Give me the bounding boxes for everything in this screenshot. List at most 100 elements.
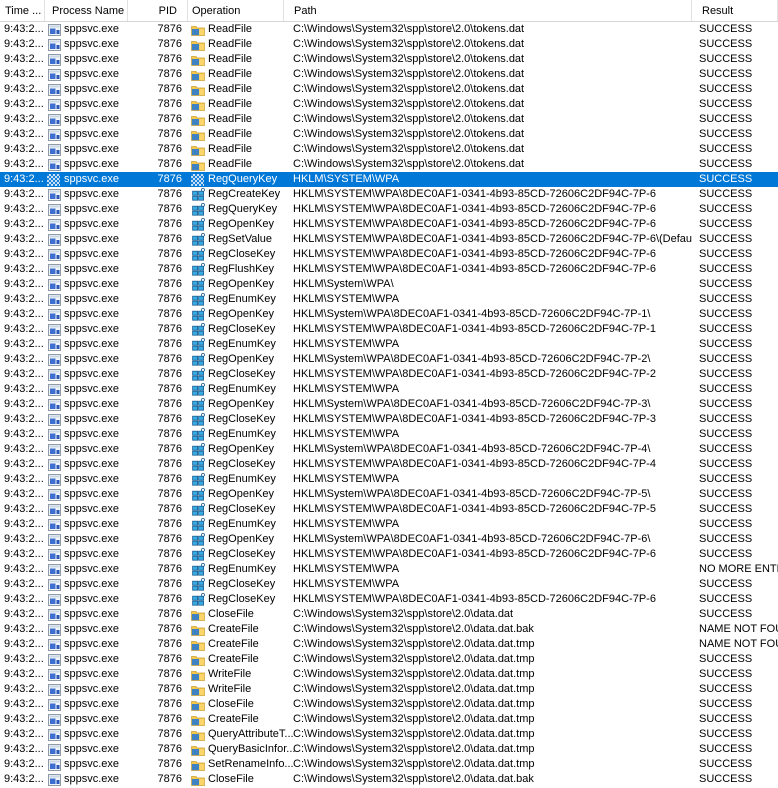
table-row[interactable]: 9:43:2...sppsvc.exe7876CreateFileC:\Wind… [0, 712, 778, 727]
cell-time: 9:43:2... [0, 277, 45, 292]
event-time: 9:43:2... [4, 22, 44, 37]
table-row[interactable]: 9:43:2...sppsvc.exe7876RegOpenKeyHKLM\Sy… [0, 397, 778, 412]
column-header-process-name[interactable]: Process Name [45, 0, 128, 21]
cell-path: C:\Windows\System32\spp\store\2.0\tokens… [284, 97, 692, 112]
table-row[interactable]: 9:43:2...sppsvc.exe7876ReadFileC:\Window… [0, 112, 778, 127]
operation-name: CloseFile [208, 772, 254, 787]
table-row[interactable]: 9:43:2...sppsvc.exe7876RegCloseKeyHKLM\S… [0, 322, 778, 337]
cell-pid: 7876 [128, 697, 188, 712]
table-row[interactable]: 9:43:2...sppsvc.exe7876RegEnumKeyHKLM\SY… [0, 292, 778, 307]
table-row[interactable]: 9:43:2...sppsvc.exe7876RegEnumKeyHKLM\SY… [0, 472, 778, 487]
cell-pid: 7876 [128, 442, 188, 457]
table-row[interactable]: 9:43:2...sppsvc.exe7876ReadFileC:\Window… [0, 22, 778, 37]
cell-result: NAME NOT FOUND [692, 622, 778, 637]
table-row[interactable]: 9:43:2...sppsvc.exe7876RegEnumKeyHKLM\SY… [0, 427, 778, 442]
table-row[interactable]: 9:43:2...sppsvc.exe7876RegEnumKeyHKLM\SY… [0, 382, 778, 397]
column-header-operation[interactable]: Operation [188, 0, 284, 21]
cell-pid: 7876 [128, 67, 188, 82]
application-window-icon [47, 593, 61, 606]
application-window-icon [47, 608, 61, 621]
cell-operation: RegOpenKey [188, 532, 284, 547]
cell-pid: 7876 [128, 532, 188, 547]
column-header-result[interactable]: Result [692, 0, 778, 21]
table-row[interactable]: 9:43:2...sppsvc.exe7876RegOpenKeyHKLM\Sy… [0, 532, 778, 547]
table-row[interactable]: 9:43:2...sppsvc.exe7876RegCloseKeyHKLM\S… [0, 577, 778, 592]
event-time: 9:43:2... [4, 322, 44, 337]
process-pid: 7876 [158, 202, 182, 217]
operation-name: RegCloseKey [208, 592, 275, 607]
table-row[interactable]: 9:43:2...sppsvc.exe7876RegEnumKeyHKLM\SY… [0, 337, 778, 352]
table-row[interactable]: 9:43:2...sppsvc.exe7876ReadFileC:\Window… [0, 67, 778, 82]
process-pid: 7876 [158, 97, 182, 112]
table-row[interactable]: 9:43:2...sppsvc.exe7876RegQueryKeyHKLM\S… [0, 202, 778, 217]
table-row[interactable]: 9:43:2...sppsvc.exe7876CloseFileC:\Windo… [0, 607, 778, 622]
table-row[interactable]: 9:43:2...sppsvc.exe7876ReadFileC:\Window… [0, 82, 778, 97]
registry-key-icon [191, 593, 205, 606]
table-row[interactable]: 9:43:2...sppsvc.exe7876ReadFileC:\Window… [0, 127, 778, 142]
table-row[interactable]: 9:43:2...sppsvc.exe7876RegOpenKeyHKLM\Sy… [0, 442, 778, 457]
table-row[interactable]: 9:43:2...sppsvc.exe7876RegOpenKeyHKLM\SY… [0, 217, 778, 232]
table-row[interactable]: 9:43:2...sppsvc.exe7876CloseFileC:\Windo… [0, 697, 778, 712]
operation-name: RegCloseKey [208, 577, 275, 592]
event-time: 9:43:2... [4, 757, 44, 772]
column-header-path[interactable]: Path [284, 0, 692, 21]
column-header-time[interactable]: Time ... [0, 0, 45, 21]
table-row[interactable]: 9:43:2...sppsvc.exe7876WriteFileC:\Windo… [0, 667, 778, 682]
table-row[interactable]: 9:43:2...sppsvc.exe7876ReadFileC:\Window… [0, 157, 778, 172]
table-row[interactable]: 9:43:2...sppsvc.exe7876ReadFileC:\Window… [0, 97, 778, 112]
table-row[interactable]: 9:43:2...sppsvc.exe7876RegSetValueHKLM\S… [0, 232, 778, 247]
cell-operation: CloseFile [188, 607, 284, 622]
cell-operation: RegQueryKey [188, 172, 284, 187]
table-row[interactable]: 9:43:2...sppsvc.exe7876RegCloseKeyHKLM\S… [0, 412, 778, 427]
table-row[interactable]: 9:43:2...sppsvc.exe7876RegCloseKeyHKLM\S… [0, 547, 778, 562]
table-row[interactable]: 9:43:2...sppsvc.exe7876RegOpenKeyHKLM\Sy… [0, 352, 778, 367]
cell-path: HKLM\SYSTEM\WPA [284, 517, 692, 532]
column-header-pid[interactable]: PID [128, 0, 188, 21]
event-path: C:\Windows\System32\spp\store\2.0\tokens… [293, 97, 524, 112]
table-row[interactable]: 9:43:2...sppsvc.exe7876SetRenameInfo...C… [0, 757, 778, 772]
event-time: 9:43:2... [4, 637, 44, 652]
column-header-time-label: Time ... [5, 5, 41, 17]
table-row[interactable]: 9:43:2...sppsvc.exe7876RegCloseKeyHKLM\S… [0, 247, 778, 262]
table-row[interactable]: 9:43:2...sppsvc.exe7876CreateFileC:\Wind… [0, 637, 778, 652]
operation-name: RegOpenKey [208, 397, 274, 412]
registry-key-icon [191, 428, 205, 441]
cell-process-name: sppsvc.exe [45, 427, 128, 442]
table-row[interactable]: 9:43:2...sppsvc.exe7876RegOpenKeyHKLM\Sy… [0, 277, 778, 292]
cell-pid: 7876 [128, 592, 188, 607]
table-row[interactable]: 9:43:2...sppsvc.exe7876RegQueryKeyHKLM\S… [0, 172, 778, 187]
registry-key-icon [191, 188, 205, 201]
table-row[interactable]: 9:43:2...sppsvc.exe7876WriteFileC:\Windo… [0, 682, 778, 697]
event-path: HKLM\SYSTEM\WPA\8DEC0AF1-0341-4b93-85CD-… [293, 217, 656, 232]
table-row[interactable]: 9:43:2...sppsvc.exe7876RegCloseKeyHKLM\S… [0, 367, 778, 382]
cell-result: SUCCESS [692, 667, 778, 682]
table-row[interactable]: 9:43:2...sppsvc.exe7876QueryAttributeT..… [0, 727, 778, 742]
table-row[interactable]: 9:43:2...sppsvc.exe7876CreateFileC:\Wind… [0, 652, 778, 667]
cell-pid: 7876 [128, 307, 188, 322]
table-row[interactable]: 9:43:2...sppsvc.exe7876ReadFileC:\Window… [0, 52, 778, 67]
table-row[interactable]: 9:43:2...sppsvc.exe7876ReadFileC:\Window… [0, 37, 778, 52]
table-row[interactable]: 9:43:2...sppsvc.exe7876RegCloseKeyHKLM\S… [0, 592, 778, 607]
registry-key-icon [191, 503, 205, 516]
application-window-icon [47, 113, 61, 126]
table-row[interactable]: 9:43:2...sppsvc.exe7876ReadFileC:\Window… [0, 142, 778, 157]
table-row[interactable]: 9:43:2...sppsvc.exe7876RegCloseKeyHKLM\S… [0, 457, 778, 472]
table-row[interactable]: 9:43:2...sppsvc.exe7876CloseFileC:\Windo… [0, 772, 778, 787]
table-row[interactable]: 9:43:2...sppsvc.exe7876RegCloseKeyHKLM\S… [0, 502, 778, 517]
operation-name: ReadFile [208, 112, 252, 127]
table-row[interactable]: 9:43:2...sppsvc.exe7876RegFlushKeyHKLM\S… [0, 262, 778, 277]
cell-result: SUCCESS [692, 607, 778, 622]
table-row[interactable]: 9:43:2...sppsvc.exe7876RegEnumKeyHKLM\SY… [0, 517, 778, 532]
table-row[interactable]: 9:43:2...sppsvc.exe7876CreateFileC:\Wind… [0, 622, 778, 637]
event-result: SUCCESS [699, 487, 752, 502]
cell-process-name: sppsvc.exe [45, 202, 128, 217]
cell-path: HKLM\SYSTEM\WPA\8DEC0AF1-0341-4b93-85CD-… [284, 232, 692, 247]
cell-result: SUCCESS [692, 172, 778, 187]
table-row[interactable]: 9:43:2...sppsvc.exe7876QueryBasicInfor..… [0, 742, 778, 757]
table-row[interactable]: 9:43:2...sppsvc.exe7876RegEnumKeyHKLM\SY… [0, 562, 778, 577]
event-time: 9:43:2... [4, 727, 44, 742]
operation-name: RegOpenKey [208, 487, 274, 502]
table-row[interactable]: 9:43:2...sppsvc.exe7876RegOpenKeyHKLM\Sy… [0, 307, 778, 322]
table-row[interactable]: 9:43:2...sppsvc.exe7876RegCreateKeyHKLM\… [0, 187, 778, 202]
table-row[interactable]: 9:43:2...sppsvc.exe7876RegOpenKeyHKLM\Sy… [0, 487, 778, 502]
